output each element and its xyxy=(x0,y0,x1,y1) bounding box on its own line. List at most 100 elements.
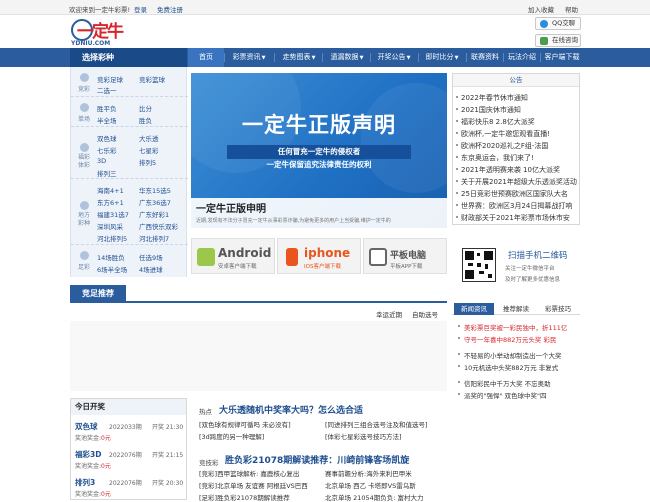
sidebar-link[interactable]: 华东15选5 xyxy=(139,185,171,195)
location-icon: 地方彩种 xyxy=(76,201,92,228)
help-link[interactable]: 帮助 xyxy=(565,4,578,14)
welcome-text: 欢迎来到一定牛彩票! xyxy=(69,6,131,14)
sidebar-link[interactable]: 双色球 xyxy=(97,133,117,143)
hot-headline[interactable]: 大乐透随机中奖率大吗？怎么选合适 xyxy=(219,403,363,416)
tablet-download-button[interactable]: 平板电脑 平板APP下载 xyxy=(363,238,447,274)
sidebar-link[interactable]: 东方6+1 xyxy=(97,197,124,207)
notice-item[interactable]: 财政部关于2021年彩票市场休市安 xyxy=(456,213,570,223)
sidebar-link[interactable]: 广东好彩1 xyxy=(139,209,169,219)
chevron-down-icon: ▼ xyxy=(359,55,364,61)
self-select-link[interactable]: 自助选号 xyxy=(412,309,438,319)
sidebar-link[interactable]: 排列5 xyxy=(139,157,156,167)
list-item[interactable]: 守号一年喜中882万元头奖 彩民 xyxy=(457,334,556,344)
sidebar-link[interactable]: 排列三 xyxy=(97,168,117,178)
sidebar-link[interactable]: 福建31选7 xyxy=(97,209,129,219)
tab-news[interactable]: 新闻资讯 xyxy=(454,303,494,315)
site-logo[interactable]: 一定牛 YDNIU.COM xyxy=(71,17,129,47)
draw-prize: 奖池奖金:0元 xyxy=(75,491,111,498)
add-favorite-link[interactable]: 加入收藏 xyxy=(528,4,554,14)
nav-item-label: 走势图表 xyxy=(282,53,311,61)
nav-item-label: 遗漏数据 xyxy=(330,53,359,61)
notice-item[interactable]: 2021年透明赛来袭 10亿大派奖 xyxy=(456,165,560,175)
banner-caption[interactable]: 一定牛正版申明 xyxy=(196,200,266,215)
list-item[interactable]: 派奖的"强悍" 双色球中奖"四 xyxy=(458,390,547,400)
sports-link[interactable]: 北京单场 西乙 卡塔即VS雷乌斯 xyxy=(325,480,416,490)
nav-item-download[interactable]: 客户端下载 xyxy=(542,48,582,67)
sidebar-link[interactable]: 3D xyxy=(97,157,106,165)
list-item[interactable]: 10元机选中头奖882万元 非复式 xyxy=(457,362,558,372)
tablet-label: 平板电脑 xyxy=(390,251,427,261)
sidebar-link[interactable]: 半全场 xyxy=(97,115,117,125)
iphone-download-button[interactable]: iphone IOS客户端下载 xyxy=(277,238,361,274)
hot-link[interactable]: [3d跨度的另一种理解] xyxy=(199,431,264,441)
list-item[interactable]: 信阳彩民中千万大奖 不忘奥助 xyxy=(458,378,551,388)
draw-name[interactable]: 双色球 xyxy=(75,421,98,432)
register-link[interactable]: 免费注册 xyxy=(157,4,183,14)
nav-item-draw[interactable]: 开奖公告▼ xyxy=(372,48,416,67)
hot-link[interactable]: [同进排列三组合选号注及和值选号] xyxy=(325,419,428,429)
nav-item-home[interactable]: 首页 xyxy=(188,48,224,67)
notice-item[interactable]: 25日竞彩世预赛欧洲区国家队大名 xyxy=(456,189,568,199)
draw-name[interactable]: 福彩3D xyxy=(75,449,101,460)
draw-name[interactable]: 排列3 xyxy=(75,477,95,488)
lucky-recent-link[interactable]: 幸运近期 xyxy=(376,309,402,319)
nav-item-omit[interactable]: 遗漏数据▼ xyxy=(324,48,370,67)
nav-item-league[interactable]: 联赛资料 xyxy=(468,48,502,67)
sidebar-link[interactable]: 4场进球 xyxy=(139,264,163,274)
sidebar-link[interactable]: 七星彩 xyxy=(139,145,159,155)
sports-link[interactable]: [竞彩]北京单场 友谊赛 阿根廷VS巴西 xyxy=(199,480,308,490)
sidebar-link[interactable]: 14场胜负 xyxy=(97,252,125,262)
qq-chat-button[interactable]: QQ交聊 xyxy=(535,17,581,30)
sidebar-link[interactable]: 6场半全场 xyxy=(97,264,127,274)
sidebar-link[interactable]: 七乐彩 xyxy=(97,145,117,155)
nav-item-score[interactable]: 即时比分▼ xyxy=(420,48,464,67)
sidebar-link[interactable]: 河北排列7 xyxy=(139,233,169,243)
sidebar-link[interactable]: 胜平负 xyxy=(97,103,117,113)
football-icon: 竞彩 xyxy=(76,73,92,93)
recommend-header: 竞足推荐 xyxy=(70,285,447,303)
sidebar-link[interactable]: 深圳风采 xyxy=(97,221,123,231)
nav-item-rules[interactable]: 玩法介绍 xyxy=(505,48,539,67)
nav-item-trend[interactable]: 走势图表▼ xyxy=(276,48,322,67)
sidebar-link[interactable]: 大乐透 xyxy=(139,133,159,143)
notice-item[interactable]: 世界赛：欧洲区3月24日揭幕战打响 xyxy=(455,201,572,211)
tab-tips[interactable]: 彩票技巧 xyxy=(538,303,578,315)
sidebar-link[interactable]: 竞彩篮球 xyxy=(139,74,165,84)
list-item[interactable]: 不轻易的小举动却制造出一个大奖 xyxy=(458,350,562,360)
sidebar-link[interactable]: 广西快乐双彩 xyxy=(139,221,178,231)
notice-item[interactable]: 福彩快乐8 2.8亿大派奖 xyxy=(456,117,535,127)
sports-headline[interactable]: 胜负彩21078期解读推荐：川崎前锋客场凯旋 xyxy=(225,453,409,466)
nav-separator xyxy=(274,53,275,62)
chevron-down-icon: ▼ xyxy=(261,55,266,61)
android-download-button[interactable]: Android 安卓客户端下载 xyxy=(191,238,275,274)
hot-link[interactable]: [双色球有规律可循吗 未必没有] xyxy=(199,419,291,429)
sidebar-link[interactable]: 海南4+1 xyxy=(97,185,124,195)
login-link[interactable]: 登录 xyxy=(134,4,147,14)
sidebar-link[interactable]: 二选一 xyxy=(97,85,117,95)
sports-link[interactable]: [竞彩]西甲篮球解析: 嘉鹿核心复出 xyxy=(199,468,299,478)
list-item[interactable]: 美彩票巨奖被一彩民独中，折111亿 xyxy=(457,322,567,332)
tab-recommend[interactable]: 推荐解读 xyxy=(496,303,536,315)
announcement-banner[interactable]: 一定牛正版声明 任何冒充一定牛的侵权者 一定牛保留追究法律责任的权利 一定牛正版… xyxy=(191,73,447,228)
online-consult-button[interactable]: 在线咨询 xyxy=(535,34,581,47)
sidebar-link[interactable]: 比分 xyxy=(139,103,152,113)
sidebar-link[interactable]: 广东36选7 xyxy=(139,197,171,207)
notice-item[interactable]: 2022年春节休市通知 xyxy=(456,93,528,103)
notice-item[interactable]: 东京奥运会，我们来了! xyxy=(456,153,534,163)
sports-link[interactable]: [足彩]胜负彩21078期解读推荐 xyxy=(199,492,290,502)
notice-item[interactable]: 欧洲杯,一定牛邀您观看直播! xyxy=(455,129,550,139)
sidebar-group-jingcai: 竞彩 竞彩足球 竞彩篮球 二选一 xyxy=(71,67,188,97)
sidebar-link[interactable]: 竞彩足球 xyxy=(97,74,123,84)
notice-item[interactable]: 2021国庆休市通知 xyxy=(456,105,521,115)
sidebar-link[interactable]: 河北排列5 xyxy=(97,233,127,243)
sports-link[interactable]: 北京单场 21054期负负: 富村大力 xyxy=(325,492,424,502)
hot-link[interactable]: [体彩七星彩选号技巧方法] xyxy=(325,431,402,441)
notice-item[interactable]: 关于开展2021年超级大乐透派奖活动 xyxy=(456,177,577,187)
nav-item-label: 即时比分 xyxy=(425,53,454,61)
sidebar-link[interactable]: 任选9场 xyxy=(139,252,163,262)
notice-item[interactable]: 欧洲杯2020巡礼之F组-法国 xyxy=(455,141,548,151)
sidebar-link[interactable]: 胜负 xyxy=(139,115,152,125)
sports-link[interactable]: 赛事前瞻分析:海外来利巴甲米 xyxy=(325,468,412,478)
nav-item-news[interactable]: 彩票资讯▼ xyxy=(226,48,272,67)
recommend-title: 竞足推荐 xyxy=(70,285,126,303)
